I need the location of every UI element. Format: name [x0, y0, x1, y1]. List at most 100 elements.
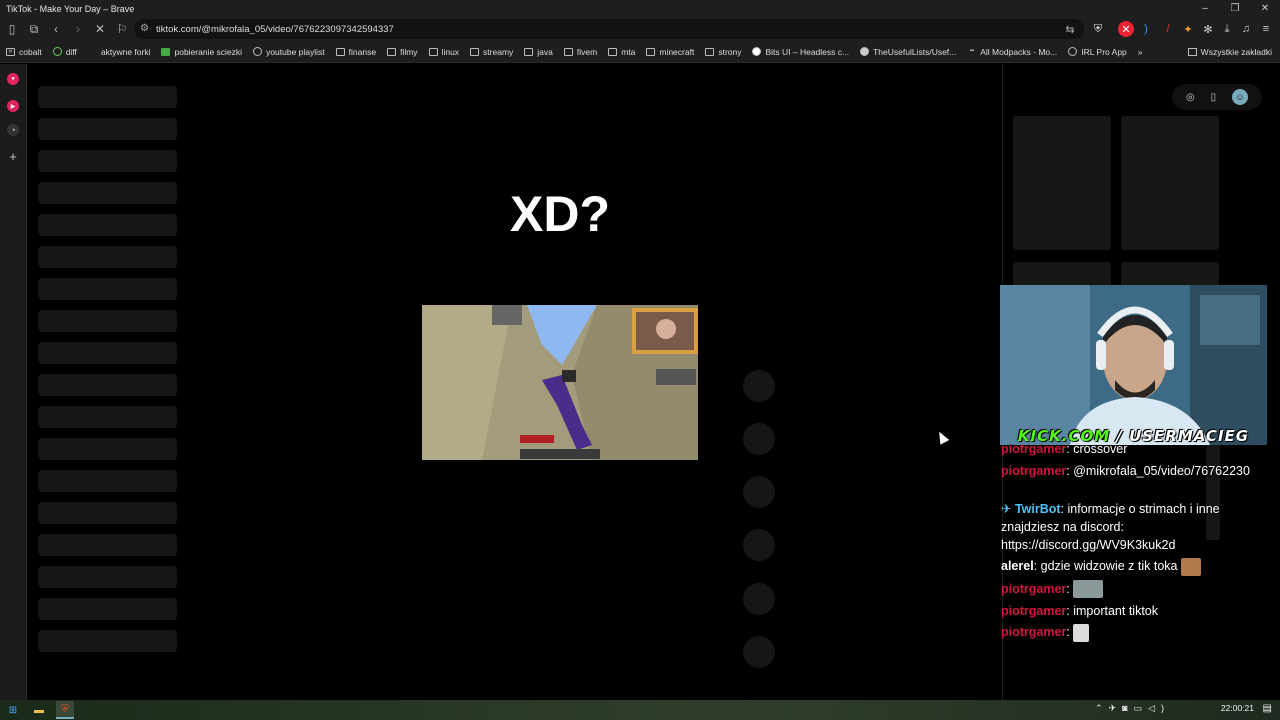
bookmark-item[interactable]: pobieranie sciezki — [161, 47, 242, 57]
nav-skeleton — [38, 502, 177, 524]
bookmark-folder[interactable]: finanse — [335, 47, 376, 57]
brave-shields-icon[interactable]: ⛨ — [1090, 21, 1106, 37]
bookmark-page-icon[interactable]: ⚐ — [112, 19, 132, 39]
extensions-icon[interactable]: ✻ — [1200, 21, 1216, 37]
chat-message: piotrgamer: @mikrofala_05/video/76762230 — [1001, 464, 1250, 478]
folder-icon — [524, 47, 534, 56]
brave-taskbar-icon[interactable]: ⛨ — [56, 701, 74, 719]
bookmark-folder[interactable]: fivem — [563, 47, 597, 57]
github-icon — [860, 47, 870, 56]
system-tray: ⌃✈◙▭◁) — [1095, 703, 1170, 714]
bookmark-folder[interactable]: linux — [428, 47, 459, 57]
share-button-placeholder[interactable] — [743, 529, 775, 561]
nav-skeleton — [38, 182, 177, 204]
chat-message: piotrgamer: — [1001, 623, 1276, 643]
streamer-webcam-image — [1000, 285, 1267, 445]
back-icon[interactable]: ‹ — [46, 19, 66, 39]
nav-skeleton — [38, 598, 177, 620]
video-player[interactable] — [422, 305, 698, 460]
bookmark-folder[interactable]: streamy — [470, 47, 513, 57]
address-bar[interactable]: ⚙ tiktok.com/@mikrofala_05/video/7676223… — [134, 19, 1084, 39]
network-icon[interactable]: ▭ — [1134, 703, 1149, 713]
extension-red-icon[interactable]: ✕ — [1118, 21, 1134, 37]
taskbar-clock[interactable]: 22:00:21 — [1221, 703, 1254, 713]
extension-audio-icon[interactable]: ) — [1138, 21, 1154, 37]
tray-expand-icon[interactable]: ⌃ — [1095, 703, 1109, 713]
forward-icon[interactable]: › — [68, 19, 88, 39]
bookmark-folder[interactable]: filmy — [387, 47, 418, 57]
device-icon[interactable]: ▯ — [1211, 92, 1217, 103]
bookmarks-overflow-button[interactable]: » — [1138, 47, 1143, 57]
bookmark-folder[interactable]: java — [524, 47, 553, 57]
bookmark-item[interactable]: aktywne forki — [88, 47, 151, 57]
bookmark-folder[interactable]: minecraft — [646, 47, 694, 57]
comment-button-placeholder[interactable] — [743, 423, 775, 455]
bookmark-folder[interactable]: strony — [705, 47, 741, 57]
nav-skeleton — [38, 566, 177, 588]
extension-star-icon[interactable]: ✦ — [1180, 21, 1196, 37]
compass-icon[interactable]: ◎ — [1186, 92, 1195, 103]
nav-skeleton — [38, 534, 177, 556]
bookmark-item[interactable]: TheUsefulLists/Usef... — [860, 47, 956, 57]
folder-icon — [705, 47, 715, 56]
download-icon — [161, 47, 171, 56]
sidebar-app-icon[interactable]: ● — [7, 73, 19, 85]
sidebar-youtube-icon[interactable]: ▶ — [7, 100, 19, 112]
nav-skeleton — [38, 374, 177, 396]
emote-image — [1180, 557, 1201, 576]
notifications-icon[interactable]: ▤ — [1263, 703, 1272, 714]
nav-skeleton — [38, 630, 177, 652]
webcam-overlay: KICK.COM / USERMACIEG — [1000, 285, 1267, 445]
translate-icon[interactable]: ⇆ — [1062, 21, 1078, 37]
bookmark-item[interactable]: Bits UI – Headless c... — [752, 47, 849, 57]
volume-icon[interactable]: ◁) — [1148, 703, 1170, 713]
bookmark-item[interactable]: diff — [52, 47, 77, 57]
url-text: tiktok.com/@mikrofala_05/video/767622309… — [156, 23, 394, 35]
site-info-icon[interactable]: ⚙ — [140, 23, 149, 34]
like-button-placeholder[interactable] — [743, 370, 775, 402]
diff-icon — [52, 47, 62, 56]
tray-controller-icon[interactable]: ◙ — [1122, 703, 1133, 713]
save-button-placeholder[interactable] — [743, 476, 775, 508]
bookmark-item[interactable]: youtube playlist — [253, 47, 325, 57]
bookmark-item[interactable]: » cobalt — [6, 47, 42, 57]
start-icon[interactable]: ⊞ — [4, 701, 22, 719]
restore-icon[interactable]: ❐ — [1220, 0, 1250, 17]
bot-icon: ✈ — [1001, 502, 1015, 516]
related-video-thumbnail[interactable] — [1121, 116, 1219, 250]
bookmark-item[interactable]: IRL Pro App — [1068, 47, 1127, 57]
sidebar-add-icon[interactable]: + — [7, 149, 19, 164]
close-window-icon[interactable]: ✕ — [1250, 0, 1280, 17]
toolbar: ▯ ⧉ ‹ › ✕ ⚐ ⚙ tiktok.com/@mikrofala_05/v… — [0, 17, 1280, 41]
bookmark-folder[interactable]: mta — [608, 47, 635, 57]
fork-icon — [88, 47, 97, 56]
avatar[interactable]: ☺ — [1232, 89, 1249, 105]
downloads-icon[interactable]: ⤓ — [1219, 21, 1235, 37]
media-icon[interactable]: ♫ — [1238, 21, 1254, 37]
tray-app-icon[interactable]: ✈ — [1109, 703, 1123, 713]
file-explorer-icon[interactable]: ▬ — [30, 701, 48, 719]
minimize-icon[interactable]: – — [1190, 0, 1220, 17]
bookmark-item[interactable]: ▪▪ All Modpacks - Mo... — [967, 47, 1058, 57]
music-button-placeholder[interactable] — [743, 636, 775, 668]
nav-skeleton — [38, 86, 177, 108]
nav-skeleton — [38, 470, 177, 492]
window-titlebar: TikTok - Make Your Day – Brave — [0, 0, 1280, 17]
folder-icon — [470, 47, 480, 56]
folder-icon — [387, 47, 397, 56]
chat-message: alerel: gdzie widzowie z tik toka — [1001, 557, 1276, 576]
stop-loading-icon[interactable]: ✕ — [90, 19, 110, 39]
nav-skeleton — [38, 342, 177, 364]
taskbar: ⊞ ▬ ⛨ ⌃✈◙▭◁) 22:00:21 ▤ — [0, 700, 1280, 720]
tab-manager-icon[interactable]: ⧉ — [24, 19, 44, 39]
extension-pen-icon[interactable]: / — [1160, 21, 1176, 37]
all-bookmarks-button[interactable]: Wszystkie zakładki — [1187, 41, 1272, 63]
sidebar-toggle-icon[interactable]: ▯ — [2, 19, 22, 39]
minecraft-gameplay-image — [422, 305, 698, 460]
nav-skeleton — [38, 214, 177, 236]
related-video-thumbnail[interactable] — [1013, 116, 1111, 250]
sidebar-history-icon[interactable]: ◔ — [7, 124, 19, 136]
menu-icon[interactable]: ≡ — [1258, 21, 1274, 37]
window-title: TikTok - Make Your Day – Brave — [6, 3, 135, 14]
more-button-placeholder[interactable] — [743, 583, 775, 615]
